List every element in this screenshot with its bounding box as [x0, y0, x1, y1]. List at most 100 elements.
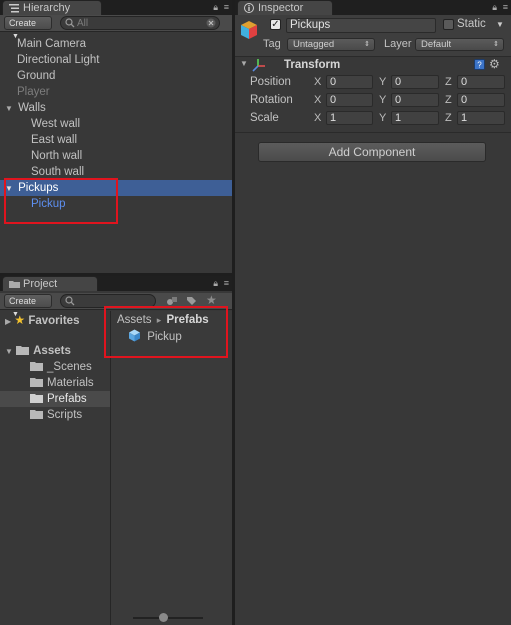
folder-item-prefabs[interactable]: Prefabs	[0, 391, 110, 407]
tab-label: Inspector	[258, 2, 304, 14]
item-label: Main Camera	[17, 38, 87, 50]
hierarchy-search-input[interactable]	[77, 17, 203, 29]
search-icon	[65, 18, 75, 31]
scale-x-field[interactable]: 1	[326, 111, 373, 125]
gameobject-cube-icon	[240, 20, 258, 43]
slider-handle[interactable]	[159, 613, 168, 622]
layer-dropdown[interactable]: Default ⇕	[415, 38, 504, 51]
hierarchy-search[interactable]	[60, 16, 220, 30]
help-book-icon[interactable]: ?	[474, 59, 485, 73]
object-name-value: Pickups	[290, 19, 331, 31]
menu-icon[interactable]: ≡	[224, 2, 229, 12]
create-label: Create	[9, 296, 37, 306]
expand-triangle-icon[interactable]: ▼	[5, 347, 13, 356]
axis-x-label: X	[314, 94, 322, 106]
search-clear-icon[interactable]	[206, 18, 216, 31]
folder-label: _Scenes	[47, 361, 92, 373]
field-value: 1	[395, 112, 402, 124]
hierarchy-panel: Hierarchy 🔒︎ ≡ Create ▼ Main Camera Dire…	[0, 0, 232, 273]
position-y-field[interactable]: 0	[391, 75, 439, 89]
tab-hierarchy[interactable]: Hierarchy	[2, 0, 102, 15]
active-checkbox[interactable]: ✓	[270, 19, 281, 30]
position-label: Position	[250, 76, 291, 88]
highlight-box-hierarchy	[4, 178, 118, 224]
folder-item-scripts[interactable]: Scripts	[30, 407, 82, 423]
hierarchy-item-east-wall[interactable]: East wall	[0, 132, 232, 148]
layer-label: Layer	[384, 38, 412, 50]
lock-icon[interactable]: 🔒︎	[213, 278, 218, 288]
project-folder-tree: ▶ ★ Favorites ▼ Assets _Scenes Materials…	[0, 311, 110, 625]
lock-icon[interactable]: 🔒︎	[492, 2, 497, 12]
project-create-button[interactable]: Create ▼	[4, 294, 52, 318]
hierarchy-item-directional-light[interactable]: Directional Light	[0, 52, 232, 68]
inspector-tabbar: Inspector 🔒︎ ≡	[235, 0, 511, 15]
field-value: 0	[395, 76, 402, 88]
folder-icon	[30, 410, 43, 419]
tag-dropdown[interactable]: Untagged ⇕	[287, 38, 375, 51]
menu-icon[interactable]: ≡	[224, 278, 229, 288]
axis-x-label: X	[314, 76, 322, 88]
axis-z-label: Z	[445, 76, 452, 88]
favorite-star-icon[interactable]: ★	[206, 293, 217, 307]
lock-icon[interactable]: 🔒︎	[213, 2, 218, 12]
create-label: Create	[9, 18, 37, 28]
rotation-x-field[interactable]: 0	[326, 93, 373, 107]
hierarchy-item-walls[interactable]: ▼ Walls	[0, 100, 232, 116]
transform-title: Transform	[284, 59, 341, 71]
folder-icon	[30, 362, 43, 371]
axis-y-label: Y	[379, 112, 387, 124]
static-checkbox[interactable]	[443, 19, 454, 30]
folder-icon	[30, 394, 43, 403]
icon-size-slider[interactable]	[133, 613, 203, 622]
hierarchy-item-north-wall[interactable]: North wall	[0, 148, 232, 164]
gear-icon[interactable]: ⚙	[489, 57, 500, 71]
folder-label: Scripts	[47, 409, 83, 421]
hierarchy-toolbar: Create ▼	[0, 15, 232, 40]
component-divider	[235, 132, 511, 133]
item-label: North wall	[31, 150, 83, 162]
hierarchy-tabbar: Hierarchy 🔒︎ ≡	[0, 0, 232, 15]
field-value: 0	[461, 94, 468, 106]
folder-item-scenes[interactable]: _Scenes	[30, 359, 92, 375]
object-name-field[interactable]: Pickups	[286, 18, 436, 33]
hierarchy-item-ground[interactable]: Ground	[0, 68, 232, 84]
rotation-y-field[interactable]: 0	[391, 93, 439, 107]
expand-triangle-icon[interactable]: ▼	[5, 104, 13, 113]
tag-value: Untagged	[293, 39, 335, 50]
folder-label: Prefabs	[47, 393, 87, 405]
highlight-box-project	[104, 306, 228, 358]
scale-z-field[interactable]: 1	[457, 111, 505, 125]
item-label: Walls	[18, 102, 46, 114]
add-component-button[interactable]: Add Component	[258, 142, 486, 162]
field-value: 1	[461, 112, 468, 124]
favorites-item[interactable]: ▶ ★ Favorites	[5, 312, 79, 328]
item-label: West wall	[31, 118, 80, 130]
tab-project[interactable]: Project	[2, 276, 98, 291]
search-icon	[65, 296, 75, 309]
create-button[interactable]: Create ▼	[4, 16, 52, 40]
tag-label: Tag	[263, 38, 281, 50]
static-label: Static	[457, 18, 486, 30]
hierarchy-item-main-camera[interactable]: Main Camera	[0, 36, 232, 52]
static-dropdown-arrow-icon[interactable]: ▼	[496, 20, 504, 29]
assets-item[interactable]: ▼ Assets	[5, 343, 71, 359]
expand-triangle-icon[interactable]: ▶	[5, 317, 11, 326]
hierarchy-item-player[interactable]: Player	[0, 84, 232, 100]
transform-header[interactable]: ▼ Transform ? ⚙	[235, 57, 511, 74]
favorites-star-icon: ★	[14, 313, 26, 327]
item-label: South wall	[31, 166, 85, 178]
hierarchy-item-west-wall[interactable]: West wall	[0, 116, 232, 132]
tab-inspector[interactable]: Inspector	[237, 0, 333, 15]
rotation-z-field[interactable]: 0	[457, 93, 505, 107]
folder-item-materials[interactable]: Materials	[30, 375, 94, 391]
rotation-label: Rotation	[250, 94, 293, 106]
position-x-field[interactable]: 0	[326, 75, 373, 89]
scale-label: Scale	[250, 112, 279, 124]
collapse-triangle-icon[interactable]: ▼	[240, 59, 248, 68]
object-header: ✓ Pickups Static ▼ Tag Untagged ⇕ Layer …	[235, 15, 511, 57]
project-assets-pane: Assets ▸ Prefabs Pickup	[111, 311, 232, 625]
scale-y-field[interactable]: 1	[391, 111, 439, 125]
add-component-label: Add Component	[328, 145, 416, 159]
menu-icon[interactable]: ≡	[503, 2, 508, 12]
position-z-field[interactable]: 0	[457, 75, 505, 89]
